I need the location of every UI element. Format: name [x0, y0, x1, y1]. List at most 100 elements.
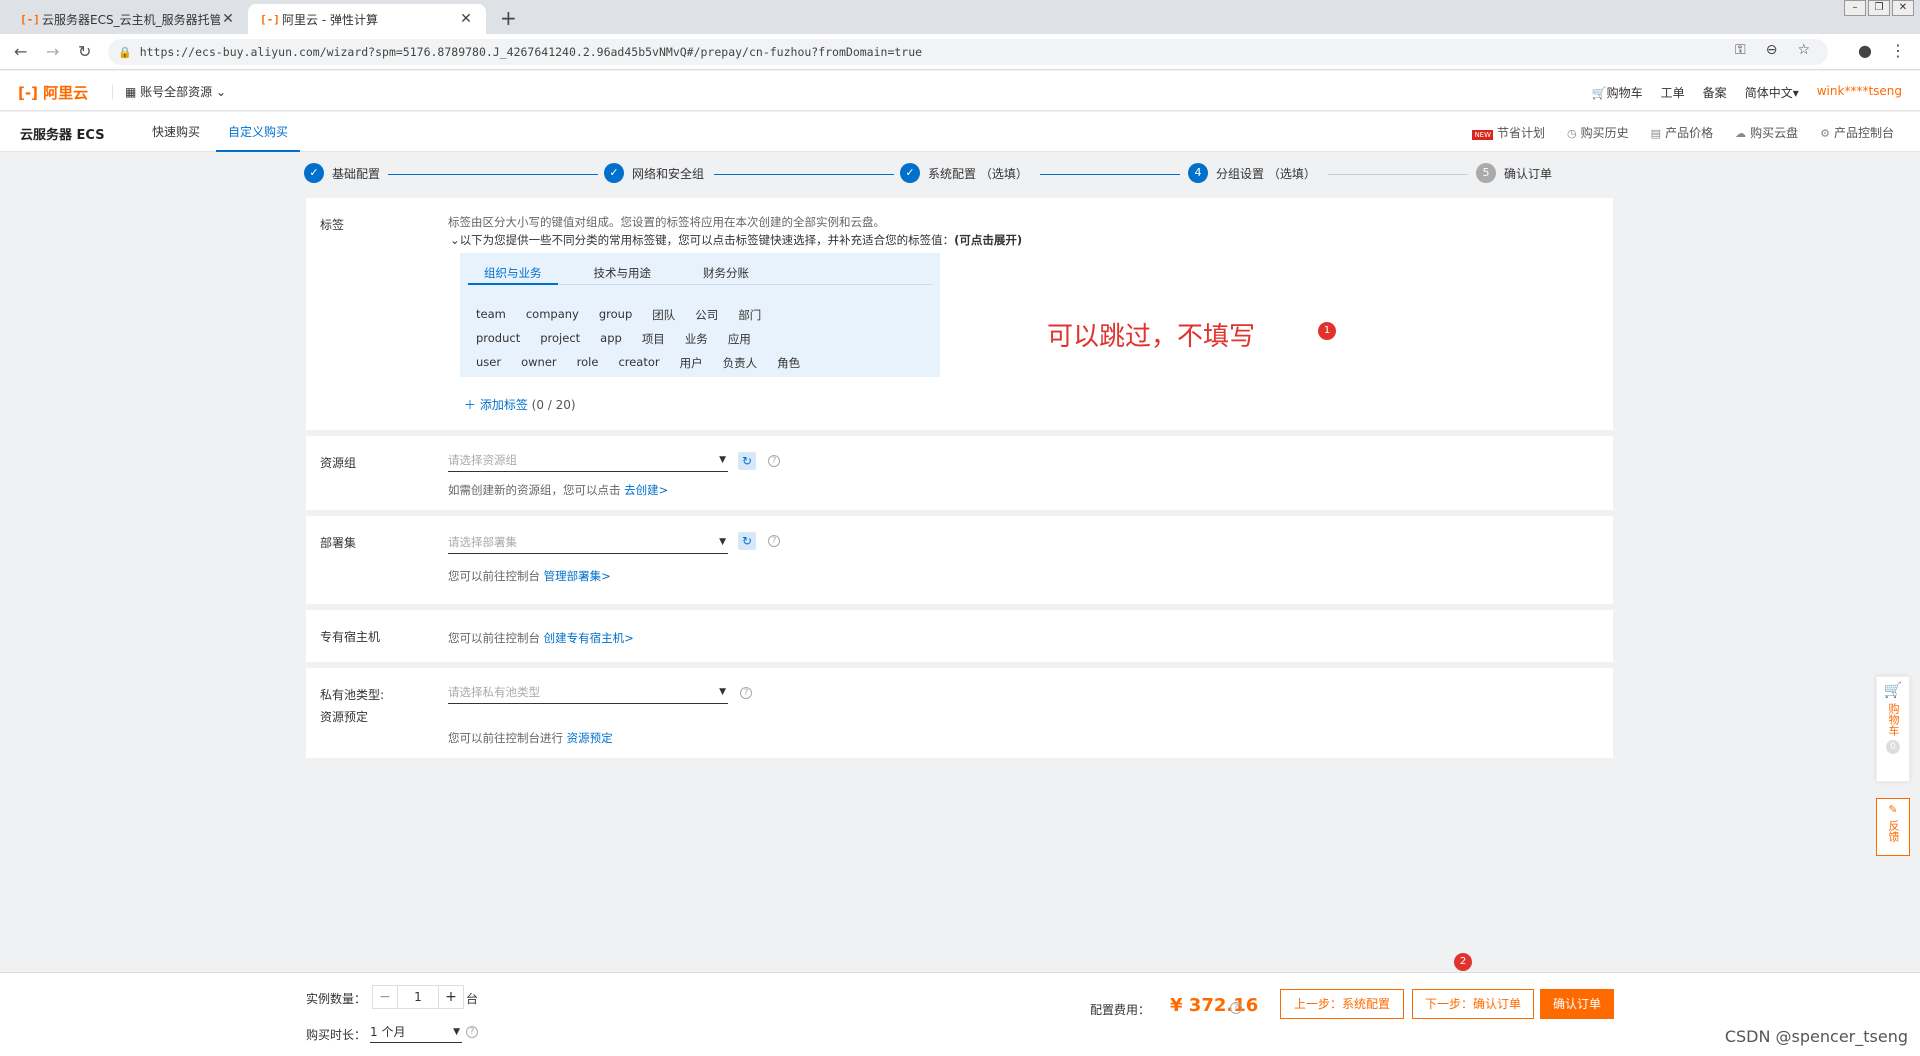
tag-key[interactable]: 公司 — [695, 307, 718, 323]
menu-icon[interactable]: ⋮ — [1890, 41, 1906, 60]
omnibox-actions: ⚿ ⊖ ☆ — [1735, 42, 1810, 58]
help-icon[interactable]: ? — [768, 455, 780, 467]
check-icon: ✓ — [304, 163, 324, 183]
step-connector — [714, 174, 894, 175]
plus-button[interactable]: + — [439, 986, 463, 1008]
browser-tab-aliyun[interactable]: [-] 阿里云 - 弹性计算 ✕ — [248, 4, 486, 34]
deployment-set-select[interactable]: 请选择部署集 ▼ — [448, 532, 728, 554]
user-name[interactable]: wink****tseng — [1817, 84, 1902, 101]
tag-key[interactable]: group — [599, 307, 632, 323]
tag-key[interactable]: creator — [618, 355, 659, 371]
restore-icon[interactable]: ❐ — [1868, 0, 1890, 16]
filing-link[interactable]: 备案 — [1703, 84, 1727, 101]
step-confirm-order[interactable]: 5 确认订单 — [1476, 163, 1552, 183]
tab-quick-buy[interactable]: 快速购买 — [140, 112, 212, 152]
tab-tech-usage[interactable]: 技术与用途 — [578, 265, 668, 285]
ticket-link[interactable]: 工单 — [1661, 84, 1685, 101]
tag-row: product project app 项目 业务 应用 — [476, 331, 751, 347]
account-switch[interactable]: ▦ 账号全部资源 ⌄ — [112, 84, 226, 100]
help-icon[interactable]: ? — [768, 535, 780, 547]
url-input[interactable]: 🔒 https://ecs-buy.aliyun.com/wizard?spm=… — [108, 39, 1828, 65]
tag-key[interactable]: app — [600, 331, 622, 347]
help-icon[interactable]: ? — [466, 1026, 478, 1038]
step-system-config[interactable]: ✓ 系统配置 （选填） — [900, 163, 1028, 183]
purchase-history-link[interactable]: ◷ 购买历史 — [1567, 124, 1629, 141]
quantity-label: 实例数量： — [306, 992, 367, 1006]
key-icon[interactable]: ⚿ — [1735, 42, 1746, 58]
tab-finance[interactable]: 财务分账 — [687, 265, 765, 285]
reload-icon[interactable]: ↻ — [78, 42, 91, 61]
tag-key[interactable]: owner — [521, 355, 557, 371]
top-right-links: 🛒购物车 工单 备案 简体中文▾ wink****tseng — [1592, 84, 1902, 101]
aliyun-logo[interactable]: [-] 阿里云 — [18, 82, 88, 103]
resource-group-select[interactable]: 请选择资源组 ▼ — [448, 450, 728, 472]
tag-key[interactable]: 负责人 — [723, 355, 758, 371]
help-icon[interactable]: ? — [1230, 1002, 1242, 1014]
step-connector — [1328, 174, 1468, 175]
tag-key[interactable]: 团队 — [652, 307, 675, 323]
bookmark-star-icon[interactable]: ☆ — [1797, 42, 1810, 58]
language-select[interactable]: 简体中文▾ — [1745, 84, 1799, 101]
step-basic-config[interactable]: ✓ 基础配置 — [304, 163, 380, 183]
prev-step-button[interactable]: 上一步：系统配置 — [1280, 989, 1404, 1019]
refresh-icon[interactable]: ↻ — [738, 452, 756, 470]
close-window-icon[interactable]: ✕ — [1892, 0, 1914, 16]
duration-select[interactable]: 1 个月 ▼ — [370, 1023, 462, 1043]
browser-tab-ecs[interactable]: [-] 云服务器ECS_云主机_服务器托管 ✕ — [8, 4, 248, 34]
deployment-set-label: 部署集 — [320, 536, 357, 550]
step-number: 5 — [1476, 163, 1496, 183]
tag-key[interactable]: 应用 — [728, 331, 751, 347]
cloud-icon: ☁ — [1735, 127, 1747, 140]
create-dedicated-host-link[interactable]: 创建专有宿主机> — [544, 631, 634, 645]
refresh-icon[interactable]: ↻ — [738, 532, 756, 550]
create-resource-group-link[interactable]: 去创建> — [624, 483, 668, 497]
next-step-button[interactable]: 下一步：确认订单 — [1412, 989, 1534, 1019]
add-tag-button[interactable]: ＋ 添加标签 (0 / 20) — [464, 396, 576, 413]
minimize-icon[interactable]: – — [1844, 0, 1866, 16]
tag-key[interactable]: project — [540, 331, 580, 347]
floating-feedback[interactable]: ✎ 反馈 — [1876, 798, 1910, 856]
tag-key[interactable]: 用户 — [680, 355, 703, 371]
manage-deployment-set-link[interactable]: 管理部署集> — [544, 569, 611, 583]
url-text: https://ecs-buy.aliyun.com/wizard?spm=51… — [139, 45, 923, 59]
confirm-order-button[interactable]: 确认订单 — [1540, 989, 1614, 1019]
tag-key[interactable]: 部门 — [738, 307, 761, 323]
tag-key[interactable]: 项目 — [642, 331, 665, 347]
buy-disk-link[interactable]: ☁ 购买云盘 — [1735, 124, 1798, 141]
tag-key[interactable]: team — [476, 307, 506, 323]
floating-cart[interactable]: 🛒 购物车 0 — [1876, 676, 1910, 782]
savings-plan-link[interactable]: NEW 节省计划 — [1472, 124, 1545, 141]
zoom-icon[interactable]: ⊖ — [1766, 42, 1778, 58]
new-tab-icon[interactable]: + — [500, 6, 517, 30]
tags-expand-toggle[interactable]: ⌄以下为您提供一些不同分类的常用标签键，您可以点击标签键快速选择，并补充适合您的… — [450, 232, 1022, 248]
step-group-settings[interactable]: 4 分组设置 （选填） — [1188, 163, 1316, 183]
tag-key[interactable]: company — [526, 307, 579, 323]
caret-down-icon: ▾ — [1792, 86, 1799, 100]
product-price-link[interactable]: ▤ 产品价格 — [1651, 124, 1713, 141]
tab-org-business[interactable]: 组织与业务 — [468, 265, 558, 285]
minus-button[interactable]: − — [373, 986, 397, 1008]
cart-link[interactable]: 🛒购物车 — [1592, 84, 1643, 101]
step-network[interactable]: ✓ 网络和安全组 — [604, 163, 704, 183]
resource-group-panel: 资源组 请选择资源组 ▼ ↻ ? 如需创建新的资源组，您可以点击 去创建> — [306, 436, 1613, 510]
quantity-input[interactable]: 1 — [397, 986, 439, 1008]
tag-key[interactable]: role — [577, 355, 599, 371]
profile-icon[interactable]: ● — [1858, 41, 1872, 60]
forward-icon[interactable]: → — [46, 42, 59, 61]
tag-key[interactable]: 角色 — [777, 355, 800, 371]
resource-reservation-link[interactable]: 资源预定 — [567, 731, 613, 745]
aliyun-top-nav: [-] 阿里云 ▦ 账号全部资源 ⌄ 🛒购物车 工单 备案 简体中文▾ wink… — [0, 71, 1920, 111]
help-icon[interactable]: ? — [740, 687, 752, 699]
tag-key[interactable]: product — [476, 331, 520, 347]
lock-icon: 🔒 — [118, 45, 132, 59]
close-tab-icon[interactable]: ✕ — [220, 11, 236, 27]
price-list-icon: ▤ — [1650, 127, 1662, 140]
tag-key[interactable]: user — [476, 355, 501, 371]
tag-key[interactable]: 业务 — [685, 331, 708, 347]
close-tab-icon[interactable]: ✕ — [458, 11, 474, 27]
console-link[interactable]: ⚙ 产品控制台 — [1820, 124, 1894, 141]
private-pool-select[interactable]: 请选择私有池类型 ▼ — [448, 682, 728, 704]
private-pool-panel: 私有池类型: 资源预定 请选择私有池类型 ▼ ? 您可以前往控制台进行 资源预定 — [306, 668, 1613, 758]
tab-custom-buy[interactable]: 自定义购买 — [216, 112, 301, 152]
back-icon[interactable]: ← — [14, 42, 27, 61]
